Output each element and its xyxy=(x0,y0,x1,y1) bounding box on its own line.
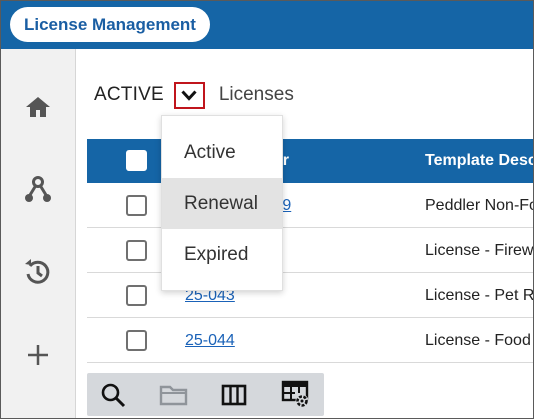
dropdown-item-active[interactable]: Active xyxy=(162,127,282,178)
view-dropdown-toggle[interactable] xyxy=(173,81,205,109)
dropdown-item-expired[interactable]: Expired xyxy=(162,229,282,280)
home-icon[interactable] xyxy=(23,92,53,122)
row-checkbox[interactable] xyxy=(126,330,147,351)
view-suffix-label: Licenses xyxy=(218,84,294,105)
table-row[interactable]: License - Fireworks xyxy=(87,228,534,273)
app-title[interactable]: License Management xyxy=(10,7,210,42)
select-all-checkbox[interactable] xyxy=(126,150,147,171)
app-window: License Management ACTIVE Licenses Templ… xyxy=(0,0,534,419)
view-current-label: ACTIVE xyxy=(94,84,164,105)
plus-icon[interactable] xyxy=(23,340,53,370)
license-description: License - Fireworks xyxy=(425,242,534,259)
history-icon[interactable] xyxy=(23,257,53,287)
table-row[interactable]: 25-043 License - Pet Registration xyxy=(87,273,534,318)
license-number-link[interactable]: 25-044 xyxy=(185,318,235,363)
license-description: License - Food xyxy=(425,332,531,349)
workflow-icon[interactable] xyxy=(23,175,53,205)
chevron-down-icon xyxy=(181,89,197,101)
row-checkbox[interactable] xyxy=(126,285,147,306)
table-header: er Template Description xyxy=(87,139,533,183)
table-row[interactable]: -9 Peddler Non-Food xyxy=(87,183,533,228)
left-nav xyxy=(1,49,76,418)
table-row[interactable]: 25-044 License - Food xyxy=(87,318,533,363)
license-description: Peddler Non-Food xyxy=(425,197,533,214)
folder-icon xyxy=(158,379,190,411)
row-checkbox[interactable] xyxy=(126,240,147,261)
license-description: License - Pet Registration xyxy=(425,287,534,304)
bottom-toolbar xyxy=(87,373,324,416)
column-description-header[interactable]: Template Description xyxy=(425,139,533,183)
row-checkbox[interactable] xyxy=(126,195,147,216)
view-dropdown-menu: Active Renewal Expired xyxy=(161,115,283,291)
view-selector: ACTIVE Licenses xyxy=(94,81,294,109)
top-header: License Management xyxy=(1,1,533,49)
main-content: ACTIVE Licenses er Template Description … xyxy=(76,49,534,418)
columns-icon[interactable] xyxy=(218,379,250,411)
grid-settings-icon[interactable] xyxy=(280,379,312,411)
dropdown-item-renewal[interactable]: Renewal xyxy=(162,178,282,229)
search-icon[interactable] xyxy=(97,379,129,411)
